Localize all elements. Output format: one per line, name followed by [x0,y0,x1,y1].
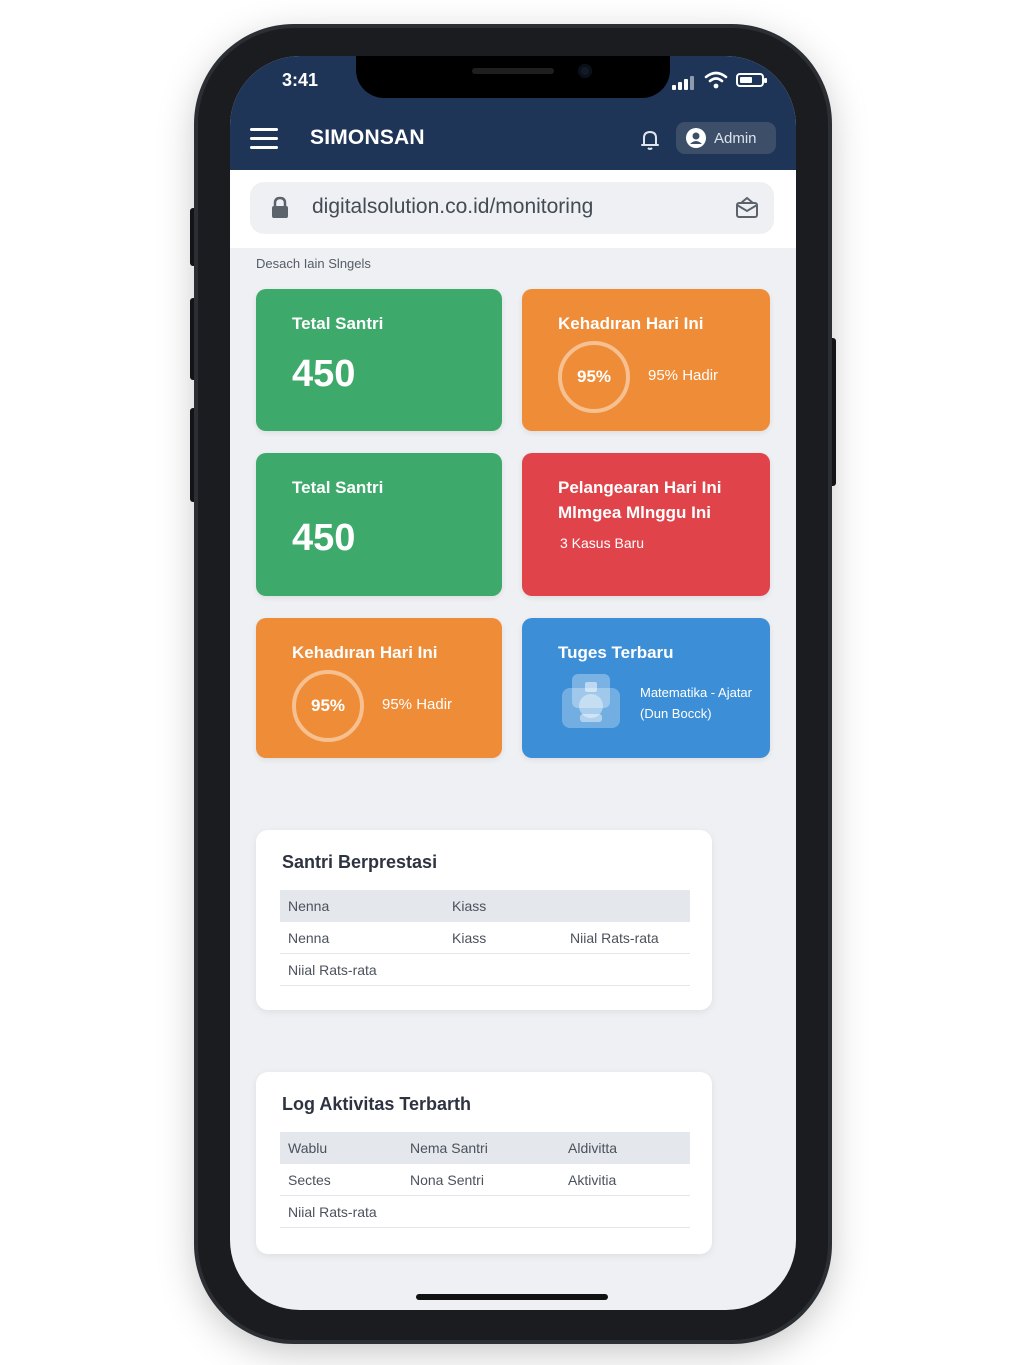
card-title: Tetal Santri [292,314,384,333]
browser-bar: digitalsolution.co.id/monitoring [230,170,796,248]
table-header: Nenna Kiass [280,890,690,922]
user-label: Admin [714,129,757,147]
phone-screen: 3:41 SIMONSAN Admin digitalsolution.co.i… [230,56,796,1310]
column-header: Wablu [288,1140,328,1156]
table-cell: Kiass [452,930,487,946]
attendance-card[interactable]: Kehadıran Hari Ini 95% 95% Hadir [256,618,502,758]
book-icon [562,674,620,728]
table-row[interactable]: Niial Rats-rata [280,954,690,986]
total-santri-value: 450 [292,353,356,395]
total-santri-card[interactable]: Tetal Santri 450 [256,453,502,596]
battery-icon [736,73,767,87]
activity-log-table: Wablu Nema Santri Aldivitta Sectes Nona … [280,1132,690,1228]
app-header: 3:41 SIMONSAN Admin [230,56,796,170]
total-santri-value: 450 [292,517,356,559]
latest-task-card[interactable]: Tuges Terbaru Matematika - Ajatar (Dun B… [522,618,770,758]
attendance-caption: 95% Hadir [382,696,453,713]
column-header: Kiass [452,898,487,914]
achievers-panel: Santri Berprestasi Nenna Kiass Nenna Kia… [256,830,712,1010]
table-cell: Niial Rats-rata [288,962,377,978]
status-icons [672,70,772,92]
violations-title-line1: Pelangearan Hari Ini [558,478,722,497]
user-menu-button[interactable]: Admin [676,122,776,154]
activity-log-panel: Log Aktivitas Terbarth Wablu Nema Santri… [256,1072,712,1254]
column-header: Nenna [288,898,330,914]
card-title: Kehadıran Hari Ini [292,643,438,662]
column-header: Aldivitta [568,1140,618,1156]
attendance-card[interactable]: Kehadıran Hari Ini 95% 95% Hadir [522,289,770,431]
task-detail: (Dun Bocck) [640,706,712,721]
violations-card[interactable]: Pelangearan Hari Ini Mlmgea Mlnggu Ini 3… [522,453,770,596]
task-description: Matematika - Ajatar (Dun Bocck) [640,682,752,724]
front-camera [578,64,592,78]
card-title: Tetal Santri [292,478,384,497]
bell-icon[interactable] [636,126,664,154]
menu-button[interactable] [250,128,280,150]
attendance-caption: 95% Hadir [648,367,719,384]
table-header: Wablu Nema Santri Aldivitta [280,1132,690,1164]
achievers-table: Nenna Kiass Nenna Kiass Niial Rats-rata … [280,890,690,986]
violations-title-line2: Mlmgea Mlnggu Ini [558,503,711,522]
url-text: digitalsolution.co.id/monitoring [312,195,594,218]
speaker [472,68,554,74]
lock-icon [272,196,288,218]
mail-icon[interactable] [734,196,760,220]
table-row[interactable]: Sectes Nona Sentri Aktivitia [280,1164,690,1196]
dashboard-caption: Desach Iain Slngels [256,256,371,271]
table-cell: Aktivitia [568,1172,617,1188]
attendance-ring: 95% [558,341,630,413]
table-cell: Nenna [288,930,330,946]
total-santri-card[interactable]: Tetal Santri 450 [256,289,502,431]
task-subject: Matematika - Ajatar [640,685,752,700]
home-indicator[interactable] [416,1294,608,1300]
menu-icon [250,128,278,131]
user-avatar-icon [686,128,706,148]
table-cell: Niial Rats-rata [570,930,659,946]
app-title: SIMONSAN [310,126,425,149]
achievers-title: Santri Berprestasi [282,852,438,872]
table-cell: Sectes [288,1172,331,1188]
status-time: 3:41 [282,70,319,90]
attendance-ring: 95% [292,670,364,742]
violations-sub: 3 Kasus Baru [560,535,645,551]
table-cell: Nona Sentri [410,1172,484,1188]
table-cell: Niial Rats-rata [288,1204,377,1220]
table-row[interactable]: Nenna Kiass Niial Rats-rata [280,922,690,954]
activity-log-title: Log Aktivitas Terbarth [282,1094,472,1114]
card-title: Pelangearan Hari Ini Mlmgea Mlnggu Ini [558,475,721,525]
url-field[interactable]: digitalsolution.co.id/monitoring [250,182,774,234]
notch [356,56,670,98]
card-title: Tuges Terbaru [558,643,674,662]
table-row[interactable]: Niial Rats-rata [280,1196,690,1228]
card-title: Kehadıran Hari Ini [558,314,704,333]
column-header: Nema Santri [410,1140,488,1156]
wifi-icon [704,71,728,89]
